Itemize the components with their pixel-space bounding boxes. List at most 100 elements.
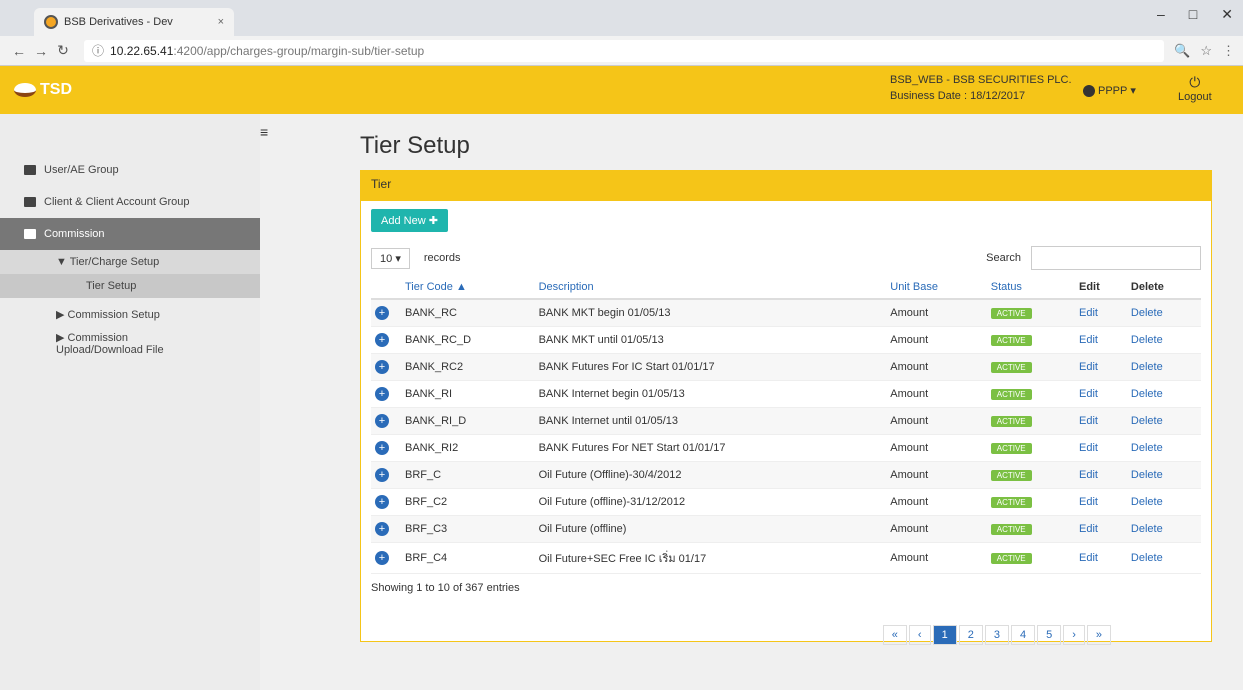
delete-link[interactable]: Delete bbox=[1131, 388, 1163, 400]
page-size-select[interactable]: 10 ▾ bbox=[371, 247, 410, 269]
sidebar-item-upload-download[interactable]: ▶ Commission Upload/Download File bbox=[0, 331, 260, 366]
col-unit-base[interactable]: Unit Base bbox=[886, 276, 987, 300]
expand-row-icon[interactable]: + bbox=[375, 306, 389, 320]
reload-icon[interactable]: ↻ bbox=[52, 42, 74, 59]
page-button[interactable]: 1 bbox=[932, 625, 957, 645]
edit-link[interactable]: Edit bbox=[1079, 388, 1098, 400]
edit-link[interactable]: Edit bbox=[1079, 523, 1098, 535]
expand-row-icon[interactable]: + bbox=[375, 522, 389, 536]
edit-link[interactable]: Edit bbox=[1079, 334, 1098, 346]
maximize-icon[interactable]: □ bbox=[1189, 6, 1197, 23]
expand-row-icon[interactable]: + bbox=[375, 360, 389, 374]
col-description[interactable]: Description bbox=[534, 276, 887, 300]
page-button[interactable]: 4 bbox=[1010, 625, 1036, 645]
expand-cell: + bbox=[371, 542, 401, 574]
expand-row-icon[interactable]: + bbox=[375, 468, 389, 482]
expand-row-icon[interactable]: + bbox=[375, 495, 389, 509]
logout-button[interactable]: ⏻ Logout bbox=[1178, 74, 1212, 103]
page-button[interactable]: › bbox=[1063, 625, 1085, 645]
url-field[interactable]: ⓘ 10.22.65.41 :4200/app/charges-group/ma… bbox=[84, 39, 1165, 62]
menu-kebab-icon[interactable]: ⋮ bbox=[1222, 43, 1235, 59]
page-button[interactable]: » bbox=[1086, 625, 1111, 645]
expand-row-icon[interactable]: + bbox=[375, 441, 389, 455]
expand-cell: + bbox=[371, 515, 401, 543]
expand-cell: + bbox=[371, 488, 401, 516]
edit-link[interactable]: Edit bbox=[1079, 469, 1098, 481]
table-row[interactable]: + BRF_C2 Oil Future (offline)-31/12/2012 Am… bbox=[371, 488, 1201, 516]
tier-code: BRF_C4 bbox=[401, 542, 535, 574]
minimize-icon[interactable]: – bbox=[1157, 6, 1165, 23]
delete-link[interactable]: Delete bbox=[1131, 334, 1163, 346]
page-button[interactable]: ‹ bbox=[908, 625, 931, 645]
table-row[interactable]: + BRF_C4 Oil Future+SEC Free IC เริ่ม 01/1… bbox=[371, 542, 1201, 574]
col-tier-code[interactable]: Tier Code ▲ bbox=[401, 276, 535, 300]
app-logo[interactable]: TSD bbox=[14, 81, 72, 99]
add-new-button[interactable]: Add New ✚ bbox=[371, 209, 448, 232]
expand-row-icon[interactable]: + bbox=[375, 387, 389, 401]
delete-link[interactable]: Delete bbox=[1131, 442, 1163, 454]
tab-close-icon[interactable]: × bbox=[218, 16, 224, 28]
sidebar-item-commission[interactable]: Commission bbox=[0, 218, 260, 250]
delete-link[interactable]: Delete bbox=[1131, 361, 1163, 373]
close-window-icon[interactable]: ✕ bbox=[1221, 6, 1233, 23]
edit-link[interactable]: Edit bbox=[1079, 442, 1098, 454]
edit-cell: Edit bbox=[1074, 461, 1127, 489]
expand-cell: + bbox=[371, 353, 401, 381]
sidebar-item-tier-charge-setup[interactable]: ▼ Tier/Charge Setup bbox=[0, 250, 260, 274]
tier-code: BANK_RI2 bbox=[401, 434, 535, 462]
delete-link[interactable]: Delete bbox=[1131, 552, 1163, 564]
expand-row-icon[interactable]: + bbox=[375, 333, 389, 347]
table-row[interactable]: + BANK_RI BANK Internet begin 01/05/13 Amou… bbox=[371, 380, 1201, 408]
extension-icons: 🔍 ☆ ⋮ bbox=[1174, 43, 1235, 59]
table-row[interactable]: + BANK_RI_D BANK Internet until 01/05/13 Am… bbox=[371, 407, 1201, 435]
expand-cell: + bbox=[371, 299, 401, 327]
unit-base: Amount bbox=[886, 353, 987, 381]
zoom-icon[interactable]: 🔍 bbox=[1174, 43, 1190, 59]
tier-table: Tier Code ▲ Description Unit Base Status… bbox=[371, 276, 1201, 574]
page-button[interactable]: « bbox=[882, 625, 907, 645]
description: Oil Future+SEC Free IC เริ่ม 01/17 bbox=[534, 542, 887, 574]
caret-right-icon: ▶ bbox=[56, 309, 65, 321]
sidebar-item-commission-setup[interactable]: ▶ Commission Setup bbox=[0, 298, 260, 331]
col-status[interactable]: Status bbox=[986, 276, 1075, 300]
table-row[interactable]: + BRF_C Oil Future (Offline)-30/4/2012 Amou… bbox=[371, 461, 1201, 489]
hamburger-icon[interactable]: ≡ bbox=[260, 124, 268, 140]
edit-link[interactable]: Edit bbox=[1079, 552, 1098, 564]
back-icon[interactable]: ← bbox=[8, 43, 30, 59]
table-row[interactable]: + BANK_RC2 BANK Futures For IC Start 01/01… bbox=[371, 353, 1201, 381]
forward-icon[interactable]: → bbox=[30, 43, 52, 59]
sidebar-item-tier-setup[interactable]: Tier Setup bbox=[0, 274, 260, 298]
address-bar: ← → ↻ ⓘ 10.22.65.41 :4200/app/charges-gr… bbox=[0, 36, 1243, 66]
edit-cell: Edit bbox=[1074, 488, 1127, 516]
table-row[interactable]: + BANK_RC_D BANK MKT until 01/05/13 Amount A… bbox=[371, 326, 1201, 354]
sidebar-item-client-group[interactable]: Client & Client Account Group bbox=[0, 186, 260, 218]
expand-row-icon[interactable]: + bbox=[375, 414, 389, 428]
user-menu[interactable]: PPPP ▾ bbox=[1083, 84, 1136, 97]
delete-link[interactable]: Delete bbox=[1131, 469, 1163, 481]
table-row[interactable]: + BANK_RI2 BANK Futures For NET Start 01/0… bbox=[371, 434, 1201, 462]
edit-link[interactable]: Edit bbox=[1079, 496, 1098, 508]
delete-link[interactable]: Delete bbox=[1131, 523, 1163, 535]
page-button[interactable]: 3 bbox=[984, 625, 1009, 645]
table-row[interactable]: + BRF_C3 Oil Future (offline) Amount ACTIVE E… bbox=[371, 515, 1201, 543]
sidebar-item-label: Client & Client Account Group bbox=[44, 196, 190, 208]
delete-cell: Delete bbox=[1126, 326, 1201, 354]
tier-code: BRF_C3 bbox=[401, 515, 535, 543]
expand-row-icon[interactable]: + bbox=[375, 551, 389, 565]
bookmark-star-icon[interactable]: ☆ bbox=[1200, 43, 1212, 59]
page-button[interactable]: 2 bbox=[958, 625, 983, 645]
page-button[interactable]: 5 bbox=[1037, 625, 1062, 645]
business-date: Business Date : 18/12/2017 bbox=[890, 90, 1026, 102]
delete-link[interactable]: Delete bbox=[1131, 415, 1163, 427]
search-input[interactable] bbox=[1031, 246, 1201, 270]
app-header: TSD BSB_WEB - BSB SECURITIES PLC. Busine… bbox=[0, 66, 1243, 114]
delete-link[interactable]: Delete bbox=[1131, 307, 1163, 319]
edit-link[interactable]: Edit bbox=[1079, 415, 1098, 427]
unit-base: Amount bbox=[886, 515, 987, 543]
sidebar-item-user-ae-group[interactable]: User/AE Group bbox=[0, 154, 260, 186]
edit-link[interactable]: Edit bbox=[1079, 307, 1098, 319]
table-row[interactable]: + BANK_RC BANK MKT begin 01/05/13 Amount ACT… bbox=[371, 299, 1201, 327]
browser-tab[interactable]: BSB Derivatives - Dev × bbox=[34, 8, 234, 36]
delete-link[interactable]: Delete bbox=[1131, 496, 1163, 508]
edit-link[interactable]: Edit bbox=[1079, 361, 1098, 373]
